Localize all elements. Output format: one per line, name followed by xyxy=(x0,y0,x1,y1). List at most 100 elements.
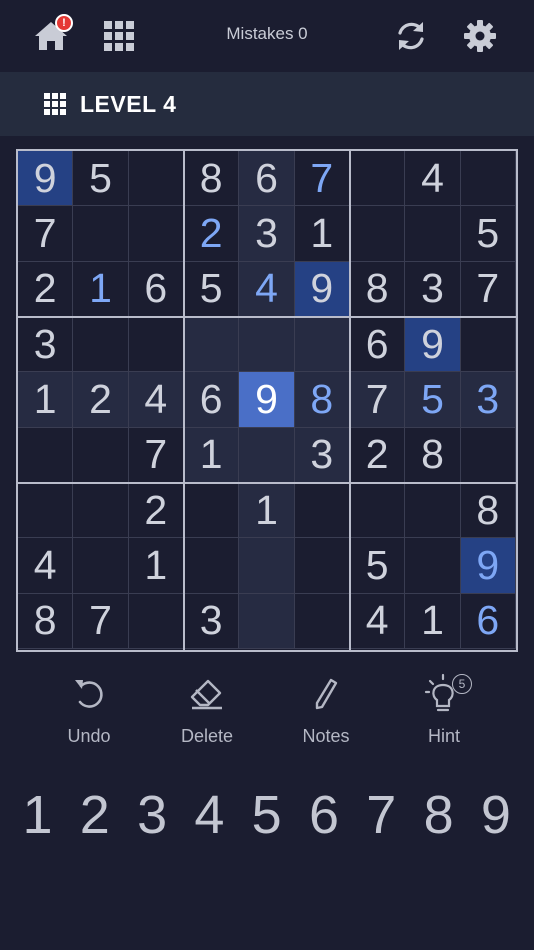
board-cell[interactable]: 4 xyxy=(350,593,406,649)
board-cell[interactable]: 5 xyxy=(184,261,240,317)
numpad-key[interactable]: 4 xyxy=(181,780,238,850)
board-cell[interactable]: 9 xyxy=(18,151,74,207)
levels-grid-button[interactable] xyxy=(95,12,143,60)
board-cell[interactable]: 3 xyxy=(460,372,516,428)
numpad-key[interactable]: 6 xyxy=(296,780,353,850)
board-cell[interactable] xyxy=(294,593,350,649)
board-cell[interactable] xyxy=(350,151,406,207)
board-cell[interactable]: 2 xyxy=(18,261,74,317)
board-cell[interactable] xyxy=(73,427,129,483)
board-cell[interactable]: 9 xyxy=(239,372,295,428)
gear-icon xyxy=(464,20,496,52)
board-cell[interactable] xyxy=(18,483,74,539)
board-cell[interactable]: 5 xyxy=(405,372,461,428)
board-cell[interactable]: 9 xyxy=(405,317,461,373)
board-cell[interactable]: 7 xyxy=(294,151,350,207)
board-cell[interactable]: 8 xyxy=(460,483,516,539)
board-cell[interactable]: 4 xyxy=(18,538,74,594)
board-cell[interactable]: 1 xyxy=(184,427,240,483)
numpad-key[interactable]: 1 xyxy=(9,780,66,850)
settings-button[interactable] xyxy=(456,12,504,60)
numpad-key[interactable]: 7 xyxy=(353,780,410,850)
undo-button[interactable]: Undo xyxy=(44,672,134,752)
board-cell[interactable] xyxy=(128,151,184,207)
board-cell[interactable] xyxy=(239,538,295,594)
notes-button[interactable]: Notes xyxy=(281,672,371,752)
board-cell[interactable] xyxy=(128,317,184,373)
board-cell[interactable] xyxy=(239,593,295,649)
board-cell[interactable]: 1 xyxy=(239,483,295,539)
board-cell[interactable]: 1 xyxy=(405,593,461,649)
board-cell[interactable]: 3 xyxy=(239,206,295,262)
board-cell[interactable]: 7 xyxy=(18,206,74,262)
board-cell[interactable] xyxy=(128,206,184,262)
board-cell[interactable]: 8 xyxy=(294,372,350,428)
board-cell[interactable] xyxy=(184,317,240,373)
restart-button[interactable] xyxy=(387,12,435,60)
delete-button[interactable]: Delete xyxy=(162,672,252,752)
board-cell[interactable]: 6 xyxy=(460,593,516,649)
board-cell[interactable]: 8 xyxy=(405,427,461,483)
board-cell[interactable] xyxy=(184,538,240,594)
board-cell[interactable]: 2 xyxy=(73,372,129,428)
board-cell[interactable]: 2 xyxy=(128,483,184,539)
board-cell[interactable]: 5 xyxy=(350,538,406,594)
board-cell[interactable]: 6 xyxy=(350,317,406,373)
home-button[interactable]: ! xyxy=(27,12,75,60)
board-cell[interactable]: 7 xyxy=(73,593,129,649)
board-cell[interactable]: 9 xyxy=(294,261,350,317)
board-cell[interactable] xyxy=(405,483,461,539)
board-cell[interactable]: 2 xyxy=(350,427,406,483)
board-cell[interactable] xyxy=(350,483,406,539)
board-cell[interactable] xyxy=(460,427,516,483)
board-cell[interactable] xyxy=(73,538,129,594)
board-cell[interactable] xyxy=(405,206,461,262)
board-cell[interactable] xyxy=(73,483,129,539)
numpad-key[interactable]: 2 xyxy=(66,780,123,850)
board-cell[interactable]: 8 xyxy=(350,261,406,317)
board-cell[interactable]: 1 xyxy=(73,261,129,317)
board-cell[interactable]: 4 xyxy=(405,151,461,207)
board-cell[interactable]: 4 xyxy=(239,261,295,317)
board-cell[interactable]: 3 xyxy=(294,427,350,483)
board-cell[interactable] xyxy=(460,151,516,207)
board-cell[interactable]: 6 xyxy=(239,151,295,207)
board-cell[interactable] xyxy=(239,427,295,483)
board-cell[interactable] xyxy=(460,317,516,373)
numpad-key[interactable]: 5 xyxy=(238,780,295,850)
board-cell[interactable] xyxy=(73,317,129,373)
board-cell[interactable]: 8 xyxy=(18,593,74,649)
board-cell[interactable]: 1 xyxy=(294,206,350,262)
numpad-key[interactable]: 8 xyxy=(410,780,467,850)
board-cell[interactable]: 7 xyxy=(350,372,406,428)
board-cell[interactable] xyxy=(18,427,74,483)
board-cell[interactable] xyxy=(128,593,184,649)
board-cell[interactable]: 1 xyxy=(128,538,184,594)
board-cell[interactable]: 3 xyxy=(184,593,240,649)
board-cell[interactable]: 2 xyxy=(184,206,240,262)
numpad-key[interactable]: 3 xyxy=(124,780,181,850)
hint-label: Hint xyxy=(427,726,460,746)
board-cell[interactable]: 7 xyxy=(128,427,184,483)
board-cell[interactable]: 6 xyxy=(128,261,184,317)
board-cell[interactable] xyxy=(294,538,350,594)
board-cell[interactable]: 8 xyxy=(184,151,240,207)
board-cell[interactable]: 6 xyxy=(184,372,240,428)
numpad-key[interactable]: 9 xyxy=(467,780,524,850)
board-cell[interactable]: 3 xyxy=(18,317,74,373)
board-cell[interactable]: 4 xyxy=(128,372,184,428)
board-cell[interactable]: 1 xyxy=(18,372,74,428)
board-cell[interactable]: 3 xyxy=(405,261,461,317)
board-cell[interactable]: 5 xyxy=(460,206,516,262)
hint-button[interactable]: 5 Hint xyxy=(399,672,489,752)
board-cell[interactable] xyxy=(239,317,295,373)
board-cell[interactable]: 9 xyxy=(460,538,516,594)
board-cell[interactable] xyxy=(184,483,240,539)
board-cell[interactable]: 5 xyxy=(73,151,129,207)
board-cell[interactable] xyxy=(294,483,350,539)
board-cell[interactable] xyxy=(294,317,350,373)
board-cell[interactable] xyxy=(350,206,406,262)
board-cell[interactable]: 7 xyxy=(460,261,516,317)
board-cell[interactable] xyxy=(73,206,129,262)
board-cell[interactable] xyxy=(405,538,461,594)
